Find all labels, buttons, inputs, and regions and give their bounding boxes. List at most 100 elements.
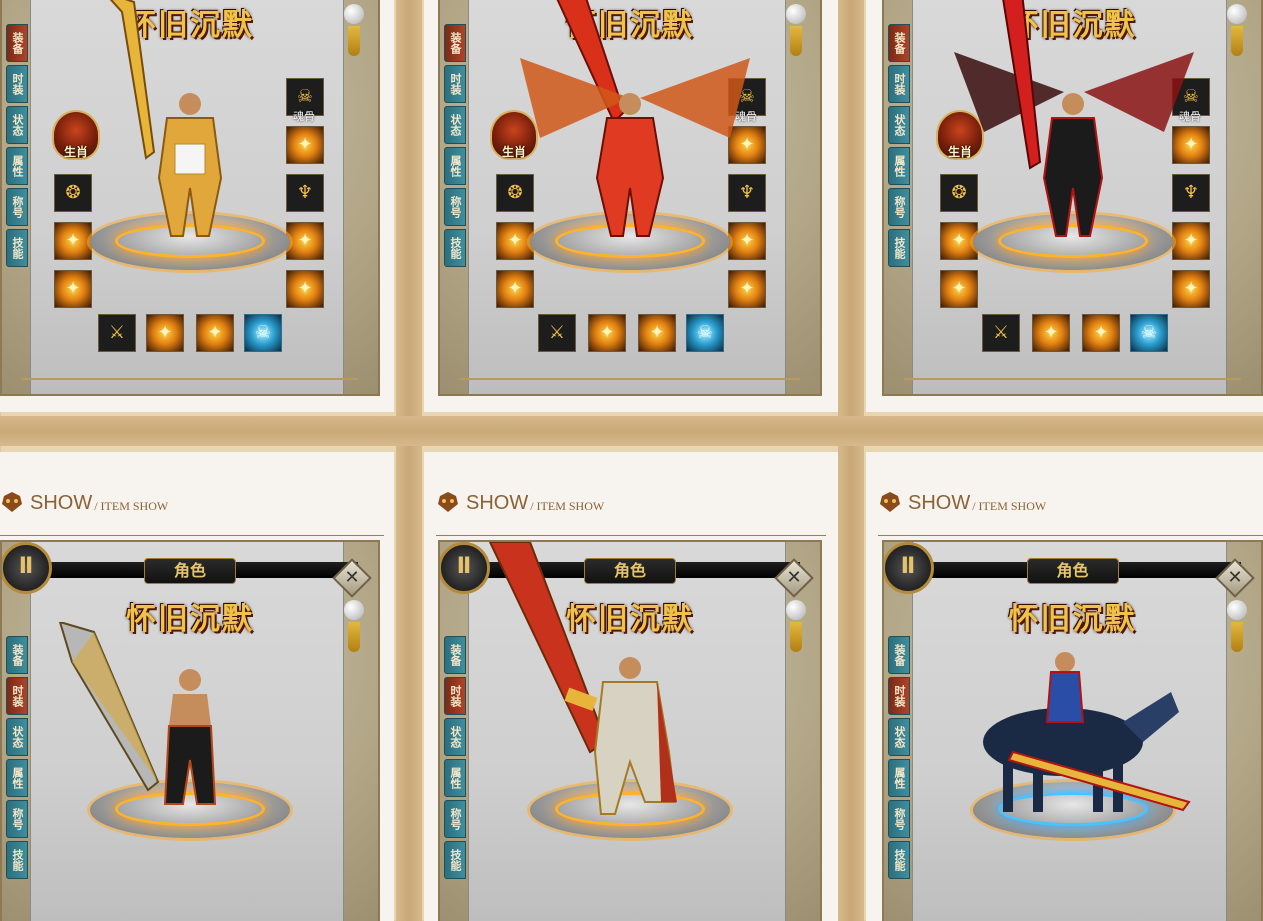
tab-equipment[interactable]: 装备	[444, 636, 466, 674]
character-golden-knight	[575, 652, 685, 822]
dragon-emblem-slot[interactable]: ❂	[54, 174, 92, 212]
item-card-bottom-1: SHOW / ITEM SHOW Ⅱ 角色 ✕ 怀旧沉默 装备 时装 状态 属性…	[0, 452, 394, 921]
item-card-top-1: 装备 时装 状态 属性 称号 技能 怀旧沉默 生肖 ☠ 魂骨 ✦ ❂ ♆ ✦ ✦…	[0, 0, 394, 412]
equip-slot-left-4[interactable]: ✦	[496, 270, 534, 308]
tab-attributes[interactable]: 属性	[888, 147, 910, 185]
equip-slot-right-3[interactable]: ✦	[728, 222, 766, 260]
tab-title[interactable]: 称号	[444, 188, 466, 226]
equip-slot-bottom-3[interactable]: ✦	[1082, 314, 1120, 352]
tassel-ornament-icon	[790, 26, 802, 56]
tab-equipment[interactable]: 装备	[444, 24, 466, 62]
dragon-emblem-slot[interactable]: ❂	[496, 174, 534, 212]
equip-slot-left-4[interactable]: ✦	[940, 270, 978, 308]
equip-slot-bottom-4[interactable]: ☠	[686, 314, 724, 352]
equip-slot-bottom-2[interactable]: ✦	[1032, 314, 1070, 352]
tab-fashion[interactable]: 时装	[888, 677, 910, 715]
section-heading: SHOW / ITEM SHOW	[878, 490, 1046, 514]
equip-slot-right-2[interactable]: ♆	[728, 174, 766, 212]
tassel-ornament-icon	[348, 622, 360, 652]
tassel-ornament-icon	[348, 26, 360, 56]
tab-status[interactable]: 状态	[444, 106, 466, 144]
close-icon: ✕	[344, 567, 360, 588]
tab-attributes[interactable]: 属性	[6, 147, 28, 185]
equip-slot-bottom-2[interactable]: ✦	[588, 314, 626, 352]
tab-equipment[interactable]: 装备	[888, 636, 910, 674]
equip-slot-bottom-1[interactable]: ⚔	[982, 314, 1020, 352]
equip-slot-bottom-3[interactable]: ✦	[196, 314, 234, 352]
equip-slot-bottom-4[interactable]: ☠	[1130, 314, 1168, 352]
tab-equipment[interactable]: 装备	[888, 24, 910, 62]
tassel-ornament-icon	[1231, 622, 1243, 652]
fashion-frame: Ⅱ 角色 ✕ 怀旧沉默 装备 时装 状态 属性 称号 技能	[438, 540, 822, 921]
tab-skills[interactable]: 技能	[888, 841, 910, 879]
equip-slot-right-2[interactable]: ♆	[286, 174, 324, 212]
tab-status[interactable]: 状态	[6, 718, 28, 756]
equip-slot-right-3[interactable]: ✦	[286, 222, 324, 260]
equip-slot-right-2[interactable]: ♆	[1172, 174, 1210, 212]
tassel-ornament-icon	[1231, 26, 1243, 56]
equip-slot-bottom-4[interactable]: ☠	[244, 314, 282, 352]
divider-horizontal	[0, 416, 1263, 446]
tab-fashion[interactable]: 时装	[444, 677, 466, 715]
frame-bottom-ornament	[904, 378, 1241, 388]
tab-title[interactable]: 称号	[6, 800, 28, 838]
tab-skills[interactable]: 技能	[888, 229, 910, 267]
fashion-frame: Ⅱ 角色 ✕ 怀旧沉默 装备 时装 状态 属性 称号 技能	[882, 540, 1263, 921]
equip-slot-right-4[interactable]: ✦	[728, 270, 766, 308]
item-card-bottom-3: SHOW / ITEM SHOW Ⅱ 角色 ✕ 怀旧沉默 装备 时装 状态 属性…	[866, 452, 1263, 921]
frame-bottom-ornament	[22, 378, 358, 388]
dragon-emblem-slot[interactable]: ❂	[940, 174, 978, 212]
side-tab-list: 装备 时装 状态 属性 称号 技能	[888, 24, 910, 270]
tab-equipment[interactable]: 装备	[6, 636, 28, 674]
equip-slot-right-1[interactable]: ✦	[286, 126, 324, 164]
tab-skills[interactable]: 技能	[444, 841, 466, 879]
tab-status[interactable]: 状态	[888, 718, 910, 756]
tab-fashion[interactable]: 时装	[6, 677, 28, 715]
equip-slot-right-4[interactable]: ✦	[286, 270, 324, 308]
soul-bone-label: 魂骨	[293, 110, 315, 123]
character-golden-armor	[145, 88, 235, 238]
equip-slot-bottom-1[interactable]: ⚔	[98, 314, 136, 352]
tab-status[interactable]: 状态	[888, 106, 910, 144]
section-heading: SHOW / ITEM SHOW	[436, 490, 604, 514]
tab-title[interactable]: 称号	[888, 188, 910, 226]
emblem-button[interactable]: Ⅱ	[2, 542, 52, 594]
tab-title[interactable]: 称号	[888, 800, 910, 838]
pearl-ornament-icon	[786, 4, 806, 24]
equip-slot-left-4[interactable]: ✦	[54, 270, 92, 308]
equip-slot-left-3[interactable]: ✦	[496, 222, 534, 260]
tab-attributes[interactable]: 属性	[444, 147, 466, 185]
tab-skills[interactable]: 技能	[6, 841, 28, 879]
section-title: SHOW	[30, 492, 93, 514]
section-rule	[878, 535, 1263, 536]
tab-fashion[interactable]: 时装	[6, 65, 28, 103]
tab-status[interactable]: 状态	[444, 718, 466, 756]
tab-attributes[interactable]: 属性	[444, 759, 466, 797]
equip-slot-bottom-1[interactable]: ⚔	[538, 314, 576, 352]
equip-slot-right-4[interactable]: ✦	[1172, 270, 1210, 308]
side-tab-list: 装备 时装 状态 属性 称号 技能	[444, 24, 466, 270]
tab-skills[interactable]: 技能	[444, 229, 466, 267]
item-card-top-2: 装备 时装 状态 属性 称号 技能 怀旧沉默 生肖 ☠ 魂骨 ✦ ❂ ♆ ✦ ✦…	[424, 0, 838, 412]
equipment-frame: 装备 时装 状态 属性 称号 技能 怀旧沉默 生肖 ☠ 魂骨 ✦ ❂ ♆ ✦ ✦…	[882, 0, 1263, 396]
equip-slot-right-3[interactable]: ✦	[1172, 222, 1210, 260]
tab-attributes[interactable]: 属性	[888, 759, 910, 797]
tab-equipment[interactable]: 装备	[6, 24, 28, 62]
emblem-button[interactable]: Ⅱ	[884, 542, 934, 594]
tab-fashion[interactable]: 时装	[444, 65, 466, 103]
zodiac-slot[interactable]: 生肖	[52, 110, 100, 160]
side-tab-list: 装备 时装 状态 属性 称号 技能	[6, 24, 28, 270]
tab-attributes[interactable]: 属性	[6, 759, 28, 797]
tab-title[interactable]: 称号	[444, 800, 466, 838]
section-title: SHOW	[466, 492, 529, 514]
equip-slot-bottom-3[interactable]: ✦	[638, 314, 676, 352]
equip-slot-bottom-2[interactable]: ✦	[146, 314, 184, 352]
tab-character[interactable]: 角色	[1026, 558, 1119, 584]
tab-fashion[interactable]: 时装	[888, 65, 910, 103]
tab-title[interactable]: 称号	[6, 188, 28, 226]
close-icon: ✕	[1227, 567, 1243, 588]
tab-skills[interactable]: 技能	[6, 229, 28, 267]
equip-slot-left-3[interactable]: ✦	[54, 222, 92, 260]
tab-status[interactable]: 状态	[6, 106, 28, 144]
tab-character[interactable]: 角色	[144, 558, 236, 584]
